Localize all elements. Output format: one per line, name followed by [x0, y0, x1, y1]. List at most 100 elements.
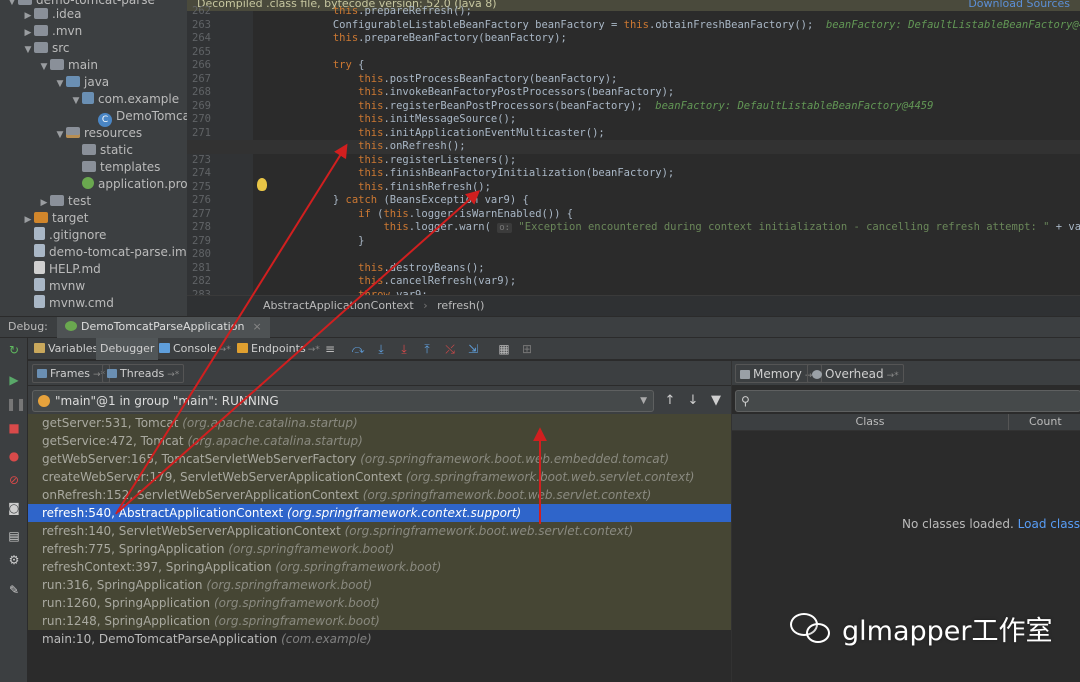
run-to-cursor-icon[interactable]: ⇲ — [465, 341, 481, 357]
step-over-icon[interactable]: ⤼ — [350, 341, 366, 357]
code-line[interactable]: this.registerListeners(); — [187, 154, 1080, 168]
memory-search-input[interactable]: ⚲ — [735, 390, 1080, 412]
resume-icon[interactable]: ▶ — [6, 372, 22, 388]
code-line[interactable]: this.onRefresh(); — [187, 140, 1080, 154]
frame-row[interactable]: refresh:540, AbstractApplicationContext … — [28, 504, 731, 522]
restore-layout-icon[interactable]: ⊞ — [519, 341, 535, 357]
frame-row[interactable]: onRefresh:152, ServletWebServerApplicati… — [28, 486, 731, 504]
view-breakpoints-icon[interactable]: ● — [6, 448, 22, 464]
code-line[interactable]: this.prepareRefresh(); — [187, 5, 1080, 19]
tab-variables[interactable]: Variables — [30, 338, 102, 360]
tree-item[interactable]: mvnw.cmd — [0, 295, 114, 312]
camera-icon[interactable]: ◙ — [6, 500, 22, 516]
evaluate-expression-icon[interactable]: ▦ — [496, 341, 512, 357]
tree-item[interactable]: application.properties — [0, 176, 187, 193]
frame-row[interactable]: refreshContext:397, SpringApplication (o… — [28, 558, 731, 576]
tree-item[interactable]: templates — [0, 159, 160, 176]
tree-item[interactable]: ▼ resources — [0, 125, 143, 142]
code-line[interactable]: this.prepareBeanFactory(beanFactory); — [187, 32, 1080, 46]
tab-endpoints[interactable]: Endpoints →* — [233, 338, 324, 360]
tree-item[interactable]: ▼ com.example — [0, 91, 179, 108]
pin-icon[interactable]: ✎ — [6, 582, 22, 598]
frame-method: run:1260, SpringApplication — [42, 596, 211, 610]
file-icon — [34, 244, 45, 257]
tree-item[interactable]: ▶ .idea — [0, 6, 82, 23]
code-line[interactable]: } catch (BeansException var9) { — [187, 194, 1080, 208]
code-line[interactable]: try { — [187, 59, 1080, 73]
tree-item[interactable]: static — [0, 142, 133, 159]
close-icon[interactable]: × — [252, 320, 261, 333]
column-count[interactable]: Count — [1009, 414, 1080, 430]
tree-item[interactable]: ▼ src — [0, 40, 70, 57]
frame-row[interactable]: refresh:140, ServletWebServerApplication… — [28, 522, 731, 540]
tree-item[interactable]: ▶ .mvn — [0, 23, 83, 40]
step-into-icon[interactable]: ⤓ — [373, 341, 389, 357]
tree-item[interactable]: ▼ main — [0, 57, 98, 74]
load-classes-link[interactable]: Load classes — [1018, 517, 1080, 531]
frame-row[interactable]: run:1248, SpringApplication (org.springf… — [28, 612, 731, 630]
frame-row[interactable]: run:316, SpringApplication (org.springfr… — [28, 576, 731, 594]
tree-item[interactable]: demo-tomcat-parse.iml — [0, 244, 187, 261]
layout-icon[interactable]: ▤ — [6, 528, 22, 544]
code-line[interactable]: this.finishBeanFactoryInitialization(bea… — [187, 167, 1080, 181]
code-line[interactable] — [187, 248, 1080, 262]
gear-icon[interactable]: ⚙ — [6, 552, 22, 568]
code-line[interactable]: } — [187, 235, 1080, 249]
code-line[interactable]: this.registerBeanPostProcessors(beanFact… — [187, 100, 1080, 114]
code-line[interactable]: ConfigurableListableBeanFactory beanFact… — [187, 19, 1080, 33]
column-class[interactable]: Class — [732, 414, 1009, 430]
tab-overhead[interactable]: Overhead →* — [807, 364, 904, 383]
arrow-up-icon[interactable]: ↑ — [661, 391, 679, 411]
frame-row[interactable]: run:1260, SpringApplication (org.springf… — [28, 594, 731, 612]
arrow-down-icon[interactable]: ↓ — [684, 391, 702, 411]
debug-session-tab[interactable]: DemoTomcatParseApplication × — [57, 317, 270, 338]
breadcrumb-method[interactable]: refresh() — [437, 299, 484, 312]
code-line[interactable]: this.logger.warn( o: "Exception encounte… — [187, 221, 1080, 235]
code-line[interactable]: this.initApplicationEventMulticaster(); — [187, 127, 1080, 141]
force-step-into-icon[interactable]: ⤓ — [396, 341, 412, 357]
frame-method: refresh:775, SpringApplication — [42, 542, 225, 556]
code-area[interactable]: this.prepareRefresh(); ConfigurableLista… — [187, 5, 1080, 301]
show-execution-point-icon[interactable]: ≡ — [322, 341, 338, 357]
code-line[interactable] — [187, 46, 1080, 60]
frame-package: (org.springframework.boot.web.servlet.co… — [405, 470, 695, 484]
thread-selector[interactable]: "main"@1 in group "main": RUNNING ▼ — [32, 390, 654, 412]
code-line[interactable]: this.initMessageSource(); — [187, 113, 1080, 127]
tree-item[interactable]: mvnw — [0, 278, 85, 295]
frame-row[interactable]: getServer:531, Tomcat (org.apache.catali… — [28, 414, 731, 432]
tree-item[interactable]: HELP.md — [0, 261, 101, 278]
tree-item[interactable]: ▶ target — [0, 210, 89, 227]
code-line[interactable]: this.postProcessBeanFactory(beanFactory)… — [187, 73, 1080, 87]
code-editor[interactable]: Decompiled .class file, bytecode version… — [187, 0, 1080, 316]
code-line[interactable]: this.finishRefresh(); — [187, 181, 1080, 195]
tab-debugger[interactable]: Debugger — [96, 338, 159, 360]
mute-breakpoints-icon[interactable]: ⊘ — [6, 472, 22, 488]
frame-row[interactable]: refresh:775, SpringApplication (org.spri… — [28, 540, 731, 558]
breadcrumb-class[interactable]: AbstractApplicationContext — [263, 299, 414, 312]
filter-icon[interactable]: ▼ — [707, 391, 725, 411]
tab-console[interactable]: Console →* — [155, 338, 235, 360]
frame-row[interactable]: getWebServer:165, TomcatServletWebServer… — [28, 450, 731, 468]
tree-item[interactable]: ▼ java — [0, 74, 110, 91]
frame-row[interactable]: main:10, DemoTomcatParseApplication (com… — [28, 630, 731, 648]
pause-icon[interactable]: ❚❚ — [6, 396, 26, 412]
tree-item[interactable]: .gitignore — [0, 227, 106, 244]
tree-item-label: mvnw.cmd — [49, 296, 114, 310]
lightbulb-icon[interactable] — [257, 178, 267, 191]
code-line[interactable]: this.cancelRefresh(var9); — [187, 275, 1080, 289]
stop-icon[interactable]: ■ — [6, 420, 22, 436]
rerun-icon[interactable]: ↻ — [6, 342, 22, 358]
drop-frame-icon[interactable]: ⤯ — [442, 341, 458, 357]
code-line[interactable]: this.invokeBeanFactoryPostProcessors(bea… — [187, 86, 1080, 100]
frame-list[interactable]: getServer:531, Tomcat (org.apache.catali… — [28, 414, 731, 682]
tree-item[interactable]: CDemoTomcatParseApplication — [0, 108, 187, 127]
code-line[interactable]: if (this.logger.isWarnEnabled()) { — [187, 208, 1080, 222]
frame-row[interactable]: getService:472, Tomcat (org.apache.catal… — [28, 432, 731, 450]
tab-threads[interactable]: Threads →* — [102, 364, 185, 383]
tree-item[interactable]: ▶ test — [0, 193, 92, 210]
frame-row[interactable]: createWebServer:179, ServletWebServerApp… — [28, 468, 731, 486]
file-icon — [82, 177, 94, 189]
code-line[interactable]: this.destroyBeans(); — [187, 262, 1080, 276]
tab-frames[interactable]: Frames →* — [32, 364, 111, 383]
step-out-icon[interactable]: ⤒ — [419, 341, 435, 357]
